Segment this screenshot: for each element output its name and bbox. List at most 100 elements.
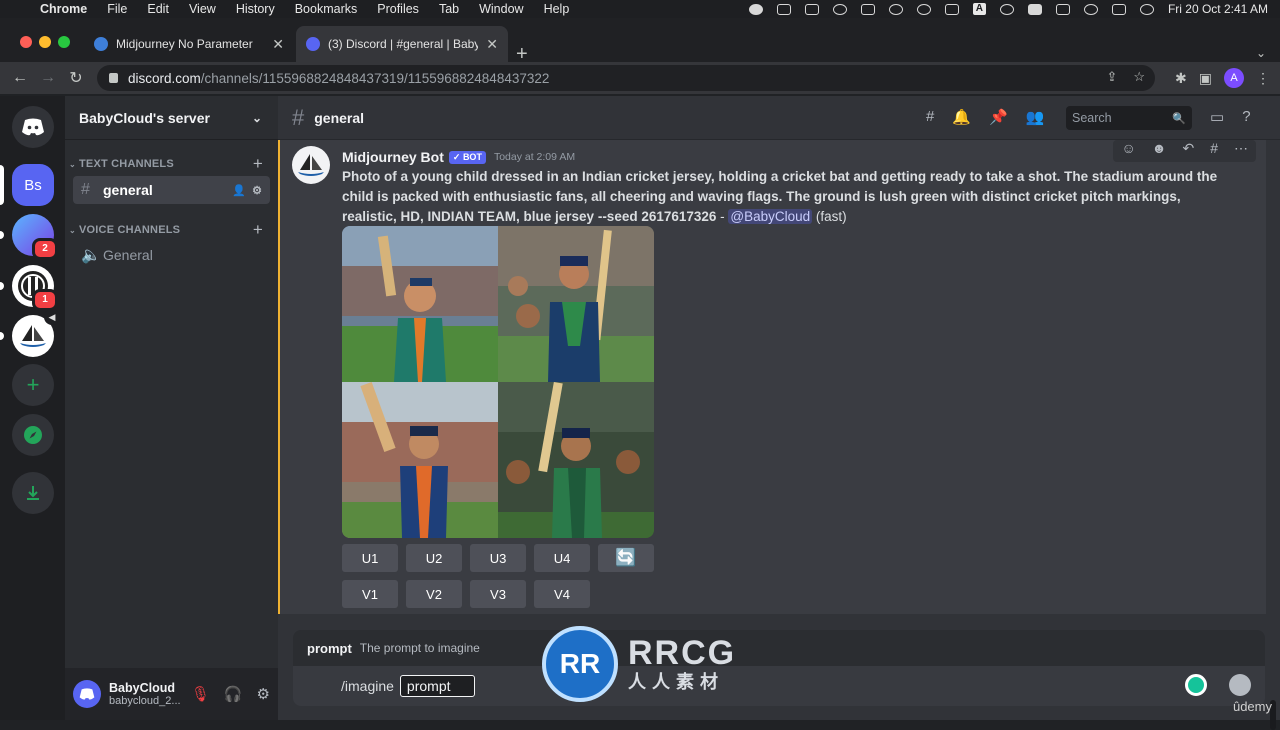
bluetooth-icon[interactable] bbox=[945, 4, 959, 15]
pinned-messages-icon[interactable]: 📌 bbox=[989, 108, 1008, 126]
variation-button-v4[interactable]: V4 bbox=[534, 580, 590, 608]
chrome-menu-icon[interactable]: ⋮ bbox=[1256, 70, 1270, 87]
create-channel-icon[interactable]: + bbox=[253, 220, 263, 240]
more-options-icon[interactable]: ⋯ bbox=[1234, 140, 1248, 162]
message-midjourney-bot[interactable]: Midjourney Bot ✓ BOT Today at 2:09 AM ☺ … bbox=[278, 140, 1266, 614]
user-settings-gear-icon[interactable]: ⚙ bbox=[257, 685, 270, 703]
record-icon[interactable] bbox=[749, 4, 763, 15]
message-input[interactable]: /imagine prompt bbox=[293, 666, 1265, 706]
add-server-icon[interactable]: + bbox=[12, 364, 54, 406]
menu-view[interactable]: View bbox=[189, 2, 216, 16]
user-mention[interactable]: @BabyCloud bbox=[728, 209, 812, 224]
category-text-channels[interactable]: ⌄ TEXT CHANNELS + bbox=[69, 156, 269, 172]
user-avatar[interactable] bbox=[73, 680, 101, 708]
channel-general-text[interactable]: # general 👤⚙ bbox=[73, 176, 270, 204]
add-reaction-icon[interactable]: ☺ bbox=[1121, 140, 1135, 162]
generated-image-3[interactable] bbox=[342, 382, 498, 538]
invite-icon[interactable]: 👤 bbox=[232, 184, 246, 197]
siri-icon[interactable] bbox=[1140, 4, 1154, 15]
side-panel-icon[interactable]: ▣ bbox=[1199, 70, 1212, 87]
menu-file[interactable]: File bbox=[107, 2, 127, 16]
upscale-button-u1[interactable]: U1 bbox=[342, 544, 398, 572]
notification-bell-icon[interactable]: 🔔 bbox=[952, 108, 971, 126]
extensions-puzzle-icon[interactable]: ✱ bbox=[1175, 70, 1187, 87]
wifi-icon[interactable] bbox=[1056, 4, 1070, 15]
close-tab-icon[interactable]: ✕ bbox=[486, 36, 498, 53]
emoji-picker-icon[interactable] bbox=[1229, 674, 1251, 696]
variation-button-v3[interactable]: V3 bbox=[470, 580, 526, 608]
reply-icon[interactable]: ↶ bbox=[1182, 140, 1194, 162]
menubar-clock[interactable]: Fri 20 Oct 2:41 AM bbox=[1168, 2, 1268, 16]
battery-icon[interactable] bbox=[1028, 4, 1042, 15]
help-icon[interactable]: ? bbox=[1242, 108, 1250, 126]
create-channel-icon[interactable]: + bbox=[253, 154, 263, 174]
generated-image-2[interactable] bbox=[498, 226, 654, 382]
threads-icon[interactable]: # bbox=[926, 108, 934, 126]
back-arrow-icon[interactable]: ← bbox=[6, 69, 34, 87]
screen-icon[interactable] bbox=[805, 4, 819, 15]
keyboard-input-indicator[interactable]: A bbox=[973, 3, 986, 15]
inbox-icon[interactable]: ▭ bbox=[1210, 108, 1224, 126]
reload-icon[interactable]: ↻ bbox=[62, 68, 90, 88]
download-apps-icon[interactable] bbox=[12, 472, 54, 514]
reroll-button[interactable]: 🔄 bbox=[598, 544, 654, 572]
bookmark-star-icon[interactable]: ☆ bbox=[1133, 69, 1145, 85]
channel-general-voice[interactable]: 🔈 General bbox=[73, 241, 270, 269]
menu-help[interactable]: Help bbox=[544, 2, 570, 16]
image-grid[interactable] bbox=[342, 226, 654, 538]
headphones-icon[interactable] bbox=[889, 4, 903, 15]
headphones-icon[interactable]: 🎧 bbox=[224, 685, 243, 703]
list-icon[interactable] bbox=[777, 4, 791, 15]
menu-history[interactable]: History bbox=[236, 2, 275, 16]
profile-avatar[interactable]: A bbox=[1224, 68, 1244, 88]
menu-window[interactable]: Window bbox=[479, 2, 523, 16]
upscale-button-u2[interactable]: U2 bbox=[406, 544, 462, 572]
browser-tab-midjourney[interactable]: Midjourney No Parameter ✕ bbox=[84, 26, 294, 62]
category-label: VOICE CHANNELS bbox=[79, 224, 180, 236]
generated-image-1[interactable] bbox=[342, 226, 498, 382]
menu-profiles[interactable]: Profiles bbox=[377, 2, 419, 16]
control-center-icon[interactable] bbox=[1112, 4, 1126, 15]
create-thread-icon[interactable]: # bbox=[1210, 140, 1218, 162]
search-input[interactable]: Search 🔍 bbox=[1066, 106, 1192, 130]
prompt-option-field[interactable]: prompt bbox=[400, 675, 475, 697]
play-icon[interactable] bbox=[917, 4, 931, 15]
member-list-icon[interactable]: 👥 bbox=[1026, 108, 1045, 126]
server-header[interactable]: BabyCloud's server ⌄ bbox=[65, 96, 278, 140]
explore-compass-icon[interactable] bbox=[12, 414, 54, 456]
bot-avatar[interactable] bbox=[292, 146, 330, 184]
close-window-button[interactable] bbox=[20, 36, 32, 48]
tab-search-chevron-icon[interactable]: ⌄ bbox=[1256, 46, 1266, 60]
forward-arrow-icon[interactable]: → bbox=[34, 69, 62, 87]
server-babycloud[interactable]: Bs bbox=[12, 164, 54, 206]
status-icon[interactable] bbox=[833, 4, 847, 15]
generated-image-4[interactable] bbox=[498, 382, 654, 538]
server-midjourney[interactable]: ◀ bbox=[12, 315, 54, 357]
minimize-window-button[interactable] bbox=[39, 36, 51, 48]
browser-tab-discord[interactable]: (3) Discord | #general | BabyC ✕ bbox=[296, 26, 508, 62]
variation-button-v2[interactable]: V2 bbox=[406, 580, 462, 608]
moon-icon[interactable] bbox=[1000, 4, 1014, 15]
variation-button-v1[interactable]: V1 bbox=[342, 580, 398, 608]
grammarly-icon[interactable] bbox=[1185, 674, 1207, 696]
window-icon[interactable] bbox=[861, 4, 875, 15]
server-circle-logo[interactable]: 1 bbox=[12, 265, 54, 307]
address-bar[interactable]: discord.com/channels/1155968824848437319… bbox=[97, 65, 1155, 91]
close-tab-icon[interactable]: ✕ bbox=[272, 36, 284, 53]
message-author[interactable]: Midjourney Bot bbox=[342, 149, 444, 165]
category-voice-channels[interactable]: ⌄ VOICE CHANNELS + bbox=[69, 222, 269, 238]
search-icon[interactable] bbox=[1084, 4, 1098, 15]
upscale-button-u4[interactable]: U4 bbox=[534, 544, 590, 572]
menu-edit[interactable]: Edit bbox=[147, 2, 169, 16]
share-icon[interactable]: ⇪ bbox=[1106, 69, 1117, 85]
gear-icon[interactable]: ⚙ bbox=[252, 184, 262, 197]
discord-home-icon[interactable] bbox=[12, 106, 54, 148]
zoom-window-button[interactable] bbox=[58, 36, 70, 48]
menu-bookmarks[interactable]: Bookmarks bbox=[295, 2, 358, 16]
app-reaction-icon[interactable]: ☻ bbox=[1152, 140, 1167, 162]
menu-app-name[interactable]: Chrome bbox=[40, 2, 87, 16]
mute-mic-icon[interactable]: 🎙 bbox=[191, 685, 210, 703]
upscale-button-u3[interactable]: U3 bbox=[470, 544, 526, 572]
server-blue-bird[interactable]: 2 bbox=[12, 214, 54, 256]
menu-tab[interactable]: Tab bbox=[439, 2, 459, 16]
